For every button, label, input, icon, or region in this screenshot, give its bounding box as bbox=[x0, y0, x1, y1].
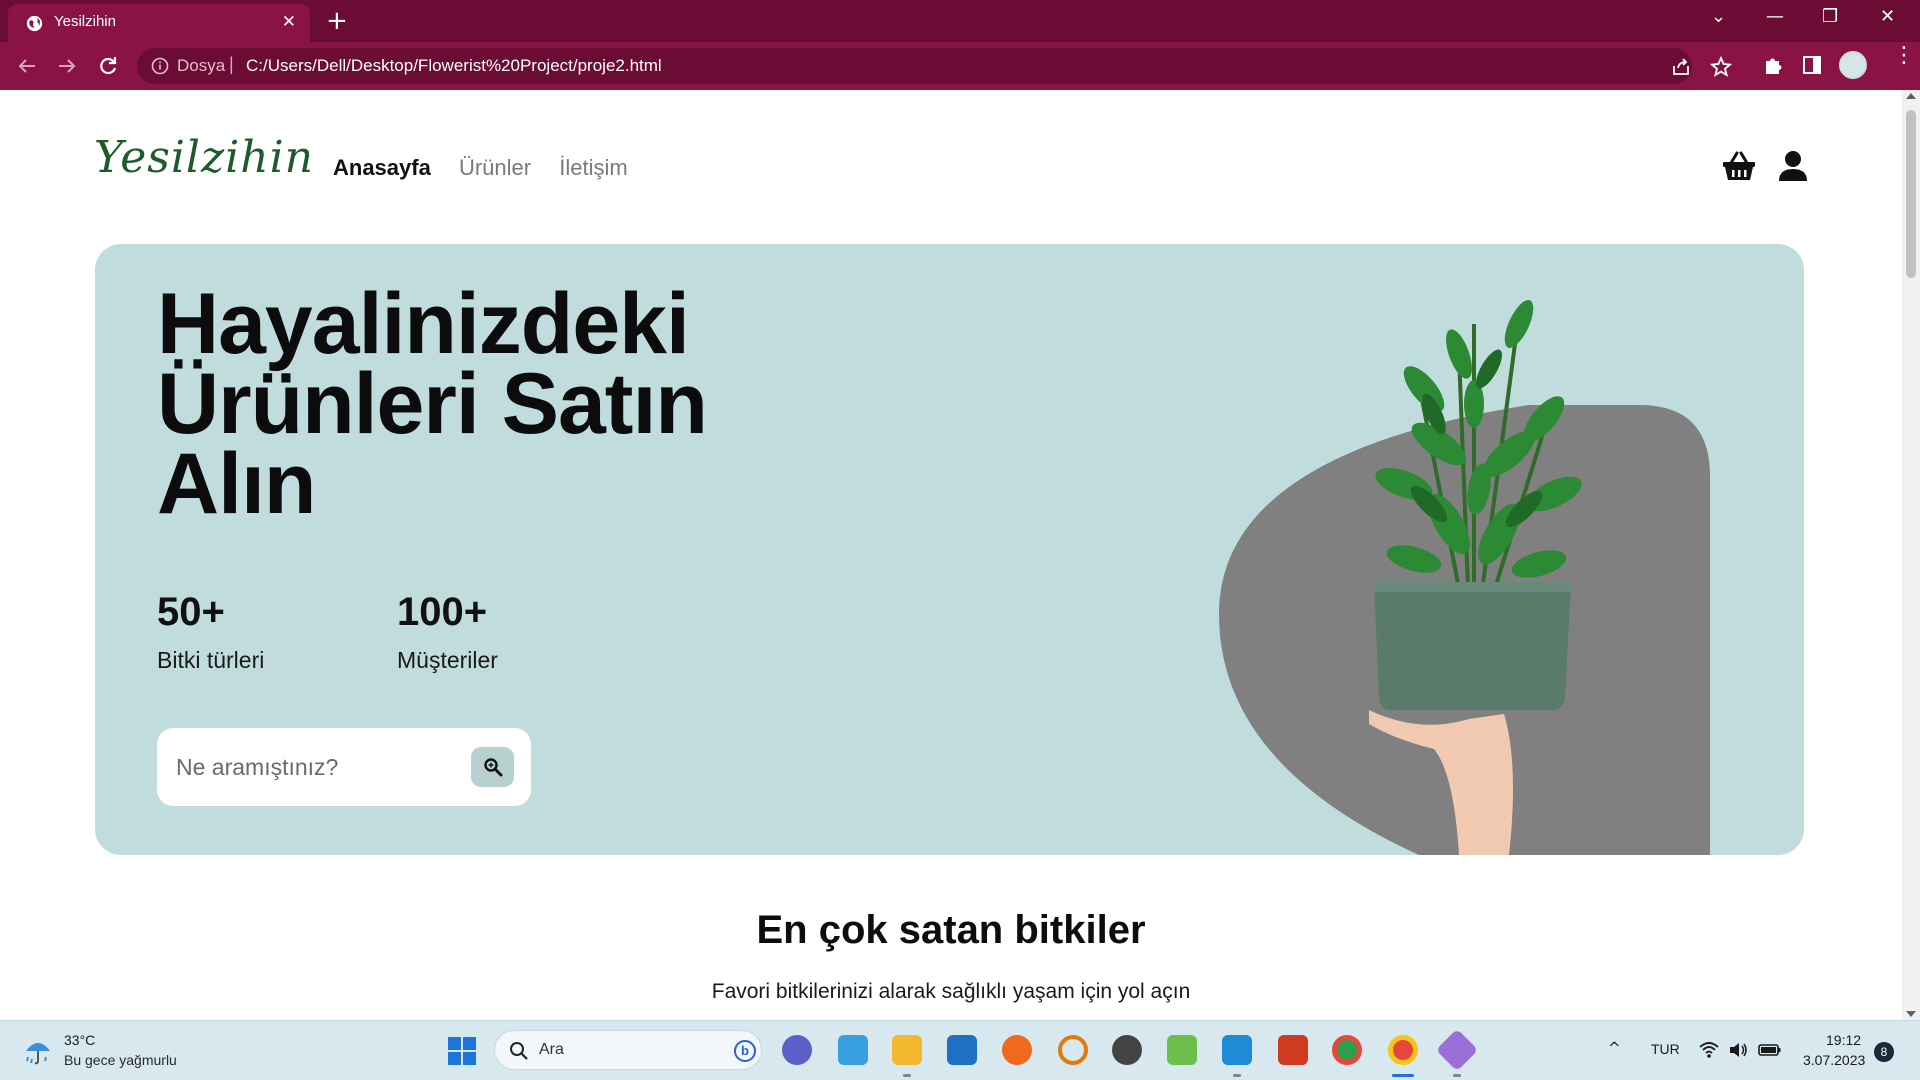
side-panel-icon[interactable] bbox=[1801, 54, 1823, 76]
scheme-label: Dosya bbox=[177, 56, 226, 75]
search-icon bbox=[510, 1042, 528, 1060]
stat-plant-types: 50+ Bitki türleri bbox=[157, 590, 264, 674]
running-indicator bbox=[1233, 1074, 1241, 1077]
stat-label: Müşteriler bbox=[397, 647, 498, 673]
plant-image bbox=[1219, 300, 1710, 855]
browser-tab[interactable]: Yesilzihin ✕ bbox=[8, 4, 310, 42]
clock-time[interactable]: 19:12 bbox=[1826, 1032, 1861, 1048]
scroll-up-icon[interactable] bbox=[1906, 93, 1916, 99]
taskbar-search[interactable]: Ara b bbox=[494, 1030, 762, 1070]
share-icon[interactable] bbox=[1670, 56, 1692, 78]
stat-customers: 100+ Müşteriler bbox=[397, 590, 498, 674]
stat-value: 50+ bbox=[157, 590, 225, 634]
scheme-separator: | bbox=[229, 54, 234, 74]
image-editor-icon[interactable] bbox=[1167, 1035, 1197, 1065]
browser-menu-icon[interactable]: ⋮ bbox=[1893, 45, 1915, 67]
gem-app-icon[interactable] bbox=[1435, 1028, 1479, 1072]
running-indicator bbox=[903, 1074, 911, 1077]
address-bar[interactable]: Dosya | C:/Users/Dell/Desktop/Flowerist%… bbox=[137, 48, 1732, 84]
chrome-profile-icon[interactable] bbox=[1388, 1035, 1418, 1065]
recorder-icon[interactable] bbox=[1278, 1035, 1308, 1065]
back-arrow-icon[interactable] bbox=[15, 54, 39, 78]
vscode-icon[interactable] bbox=[1222, 1035, 1252, 1065]
reload-icon[interactable] bbox=[96, 54, 120, 78]
clock-date[interactable]: 3.07.2023 bbox=[1803, 1052, 1865, 1068]
bestsellers-title: En çok satan bitkiler bbox=[756, 908, 1146, 952]
browser-toolbar: Dosya | C:/Users/Dell/Desktop/Flowerist%… bbox=[0, 42, 1920, 90]
stat-label: Bitki türleri bbox=[157, 647, 265, 673]
notification-badge[interactable]: 8 bbox=[1874, 1042, 1894, 1062]
close-window-button[interactable]: ✕ bbox=[1880, 6, 1895, 27]
file-explorer-icon[interactable] bbox=[892, 1035, 922, 1065]
active-indicator bbox=[1392, 1074, 1414, 1077]
hero-title-line-3: Alın bbox=[157, 436, 316, 532]
search-button[interactable] bbox=[471, 747, 514, 787]
search-tool-icon[interactable] bbox=[1058, 1035, 1088, 1065]
tab-search-dropdown-icon[interactable]: ⌄ bbox=[1711, 6, 1726, 27]
tray-overflow-chevron-icon[interactable]: ^ bbox=[1608, 1039, 1621, 1057]
scroll-down-icon[interactable] bbox=[1906, 1011, 1916, 1017]
weather-description[interactable]: Bu gece yağmurlu bbox=[64, 1052, 177, 1068]
volume-icon[interactable] bbox=[1728, 1041, 1748, 1059]
language-indicator[interactable]: TUR bbox=[1651, 1041, 1680, 1057]
restore-button[interactable]: ❐ bbox=[1822, 6, 1838, 27]
app-circle-icon[interactable] bbox=[1112, 1035, 1142, 1065]
main-nav: Anasayfa Ürünler İletişim bbox=[333, 155, 650, 181]
hero-title-line-1: Hayalinizdeki bbox=[157, 276, 690, 372]
taskbar-search-label: Ara bbox=[539, 1041, 564, 1058]
hero-title: Hayalinizdeki Ürünleri Satın Alın bbox=[157, 276, 708, 532]
nav-link-anasayfa[interactable]: Anasayfa bbox=[333, 155, 431, 180]
extensions-icon[interactable] bbox=[1762, 54, 1784, 76]
chrome-icon[interactable] bbox=[1332, 1035, 1362, 1065]
tab-close-button[interactable]: ✕ bbox=[282, 12, 296, 32]
windows-taskbar: 33°C Bu gece yağmurlu Ara b ^ TUR 19:12 … bbox=[0, 1020, 1920, 1080]
bing-icon[interactable]: b bbox=[734, 1040, 756, 1062]
tab-title: Yesilzihin bbox=[54, 13, 116, 30]
search-input[interactable]: Ne aramıştınız? bbox=[176, 754, 338, 781]
hero-search-box[interactable]: Ne aramıştınız? bbox=[157, 728, 531, 806]
nav-link-iletisim[interactable]: İletişim bbox=[559, 155, 627, 180]
basket-icon[interactable] bbox=[1722, 150, 1756, 182]
wifi-icon[interactable] bbox=[1699, 1041, 1719, 1059]
nav-link-urunler[interactable]: Ürünler bbox=[459, 155, 531, 180]
globe-icon bbox=[26, 15, 43, 32]
info-icon[interactable] bbox=[151, 57, 169, 75]
page-viewport: Yesilzihin Anasayfa Ürünler İletişim Hay… bbox=[0, 90, 1902, 1020]
site-logo[interactable]: Yesilzihin bbox=[94, 132, 314, 183]
url-text[interactable]: C:/Users/Dell/Desktop/Flowerist%20Projec… bbox=[246, 56, 662, 76]
user-icon[interactable] bbox=[1778, 150, 1808, 182]
mail-icon[interactable] bbox=[947, 1035, 977, 1065]
stat-value: 100+ bbox=[397, 590, 488, 634]
forward-arrow-icon[interactable] bbox=[55, 54, 79, 78]
search-icon bbox=[484, 758, 503, 777]
new-tab-button[interactable]: + bbox=[326, 6, 348, 36]
running-indicator bbox=[1453, 1074, 1461, 1077]
hero-title-line-2: Ürünleri Satın bbox=[157, 356, 708, 452]
bestsellers-subtitle: Favori bitkilerinizi alarak sağlıklı yaş… bbox=[711, 980, 1191, 1003]
hero-banner: Hayalinizdeki Ürünleri Satın Alın 50+ Bi… bbox=[95, 244, 1804, 855]
profile-avatar[interactable] bbox=[1839, 51, 1867, 79]
scrollbar-thumb[interactable] bbox=[1906, 110, 1916, 278]
bookmark-star-icon[interactable] bbox=[1710, 56, 1732, 78]
battery-icon[interactable] bbox=[1758, 1041, 1782, 1059]
browser-titlebar: Yesilzihin ✕ + ⌄ — ❐ ✕ bbox=[0, 0, 1920, 42]
microsoft-store-icon[interactable] bbox=[838, 1035, 868, 1065]
minimize-button[interactable]: — bbox=[1766, 6, 1784, 27]
firefox-icon[interactable] bbox=[1002, 1035, 1032, 1065]
teams-chat-icon[interactable] bbox=[782, 1035, 812, 1065]
windows-start-icon[interactable] bbox=[448, 1037, 476, 1065]
rain-umbrella-icon[interactable] bbox=[22, 1035, 54, 1067]
weather-temperature[interactable]: 33°C bbox=[64, 1032, 95, 1048]
page-scrollbar[interactable] bbox=[1902, 90, 1920, 1020]
